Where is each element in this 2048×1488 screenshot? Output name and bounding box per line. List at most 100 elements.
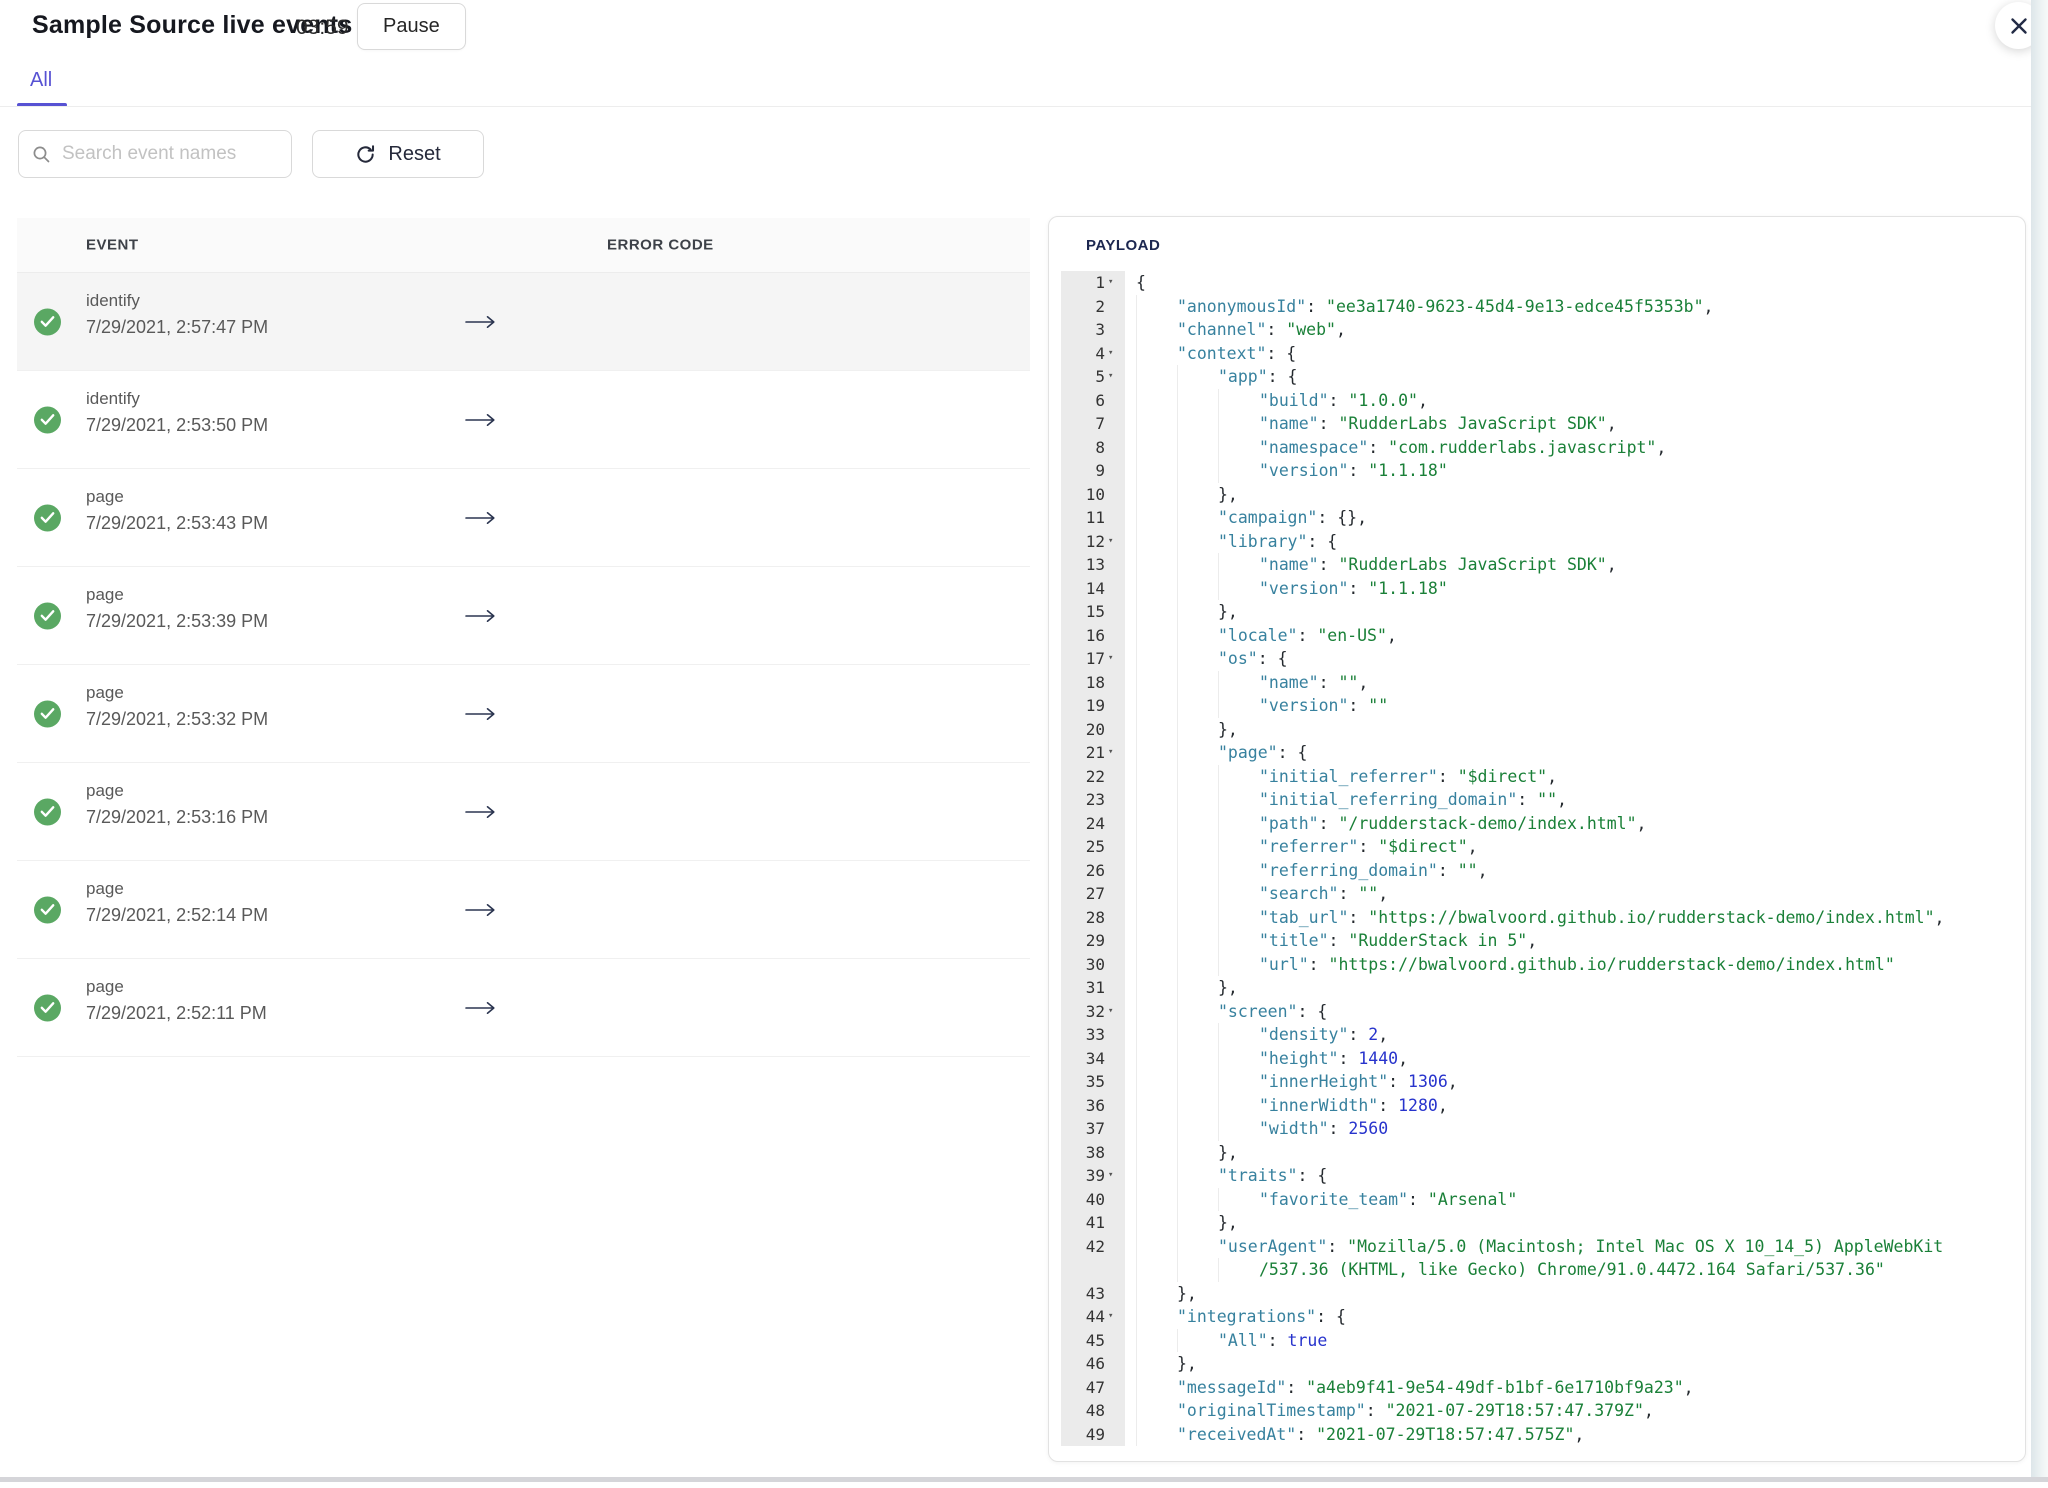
collapse-toggle-icon[interactable]: ▾ bbox=[1105, 1164, 1125, 1188]
code-text: }, bbox=[1125, 976, 1238, 1000]
event-timestamp: 7/29/2021, 2:57:47 PM bbox=[86, 317, 268, 338]
line-number-gutter: 46 bbox=[1061, 1352, 1125, 1376]
table-row[interactable]: identify 7/29/2021, 2:57:47 PM bbox=[17, 273, 1030, 371]
json-punctuation: , bbox=[1438, 1096, 1448, 1115]
payload-json-viewer[interactable]: 1▾{2"anonymousId": "ee3a1740-9623-45d4-9… bbox=[1061, 271, 2011, 1457]
event-timestamp: 7/29/2021, 2:53:16 PM bbox=[86, 807, 268, 828]
json-punctuation: : bbox=[1388, 1072, 1408, 1091]
collapse-toggle-icon[interactable]: ▾ bbox=[1105, 342, 1125, 366]
code-text: "messageId": "a4eb9f41-9e54-49df-b1bf-6e… bbox=[1125, 1376, 1694, 1400]
code-line: 29"title": "RudderStack in 5", bbox=[1061, 929, 2011, 953]
row-arrow-icon[interactable] bbox=[465, 903, 496, 917]
json-string: "https://bwalvoord.github.io/rudderstack… bbox=[1329, 955, 1895, 974]
table-row[interactable]: page7/29/2021, 2:53:16 PM bbox=[17, 763, 1030, 861]
horizontal-scrollbar[interactable] bbox=[0, 1477, 2048, 1482]
code-text: "height": 1440, bbox=[1125, 1047, 1408, 1071]
table-row[interactable]: identify7/29/2021, 2:53:50 PM bbox=[17, 371, 1030, 469]
row-arrow-icon[interactable] bbox=[465, 315, 496, 329]
indent-guide bbox=[1136, 1211, 1177, 1235]
json-punctuation: , bbox=[1527, 931, 1537, 950]
table-row[interactable]: page7/29/2021, 2:53:39 PM bbox=[17, 567, 1030, 665]
success-check-icon bbox=[34, 700, 61, 727]
json-punctuation: : bbox=[1517, 790, 1537, 809]
line-number-gutter: 47 bbox=[1061, 1376, 1125, 1400]
table-row[interactable]: page7/29/2021, 2:53:32 PM bbox=[17, 665, 1030, 763]
code-line: 39▾"traits": { bbox=[1061, 1164, 2011, 1188]
indent-guide bbox=[1177, 1000, 1218, 1024]
success-check-icon bbox=[34, 896, 61, 923]
event-timestamp: 7/29/2021, 2:52:14 PM bbox=[86, 905, 268, 926]
collapse-toggle-spacer bbox=[1105, 953, 1125, 977]
json-key: "traits" bbox=[1218, 1166, 1297, 1185]
json-punctuation: , bbox=[1704, 297, 1714, 316]
code-line: 9"version": "1.1.18" bbox=[1061, 459, 2011, 483]
search-box[interactable] bbox=[18, 130, 292, 178]
collapse-toggle-icon[interactable]: ▾ bbox=[1105, 365, 1125, 389]
indent-guide bbox=[1136, 506, 1177, 530]
json-punctuation: : bbox=[1329, 391, 1349, 410]
collapse-toggle-icon[interactable]: ▾ bbox=[1105, 1305, 1125, 1329]
code-line: 34"height": 1440, bbox=[1061, 1047, 2011, 1071]
code-text: "locale": "en-US", bbox=[1125, 624, 1397, 648]
json-punctuation: : bbox=[1268, 1331, 1288, 1350]
line-number-gutter: 48 bbox=[1061, 1399, 1125, 1423]
json-punctuation: , bbox=[1387, 626, 1397, 645]
table-row[interactable]: page7/29/2021, 2:53:43 PM bbox=[17, 469, 1030, 567]
row-arrow-icon[interactable] bbox=[465, 805, 496, 819]
row-arrow-icon[interactable] bbox=[465, 609, 496, 623]
line-number-gutter: 39▾ bbox=[1061, 1164, 1125, 1188]
row-arrow-icon[interactable] bbox=[465, 413, 496, 427]
table-row[interactable]: page7/29/2021, 2:52:11 PM bbox=[17, 959, 1030, 1057]
code-line: 19"version": "" bbox=[1061, 694, 2011, 718]
indent-guide bbox=[1177, 1094, 1218, 1118]
code-text: "app": { bbox=[1125, 365, 1297, 389]
collapse-toggle-icon[interactable]: ▾ bbox=[1105, 530, 1125, 554]
code-line: 8"namespace": "com.rudderlabs.javascript… bbox=[1061, 436, 2011, 460]
collapse-toggle-icon[interactable]: ▾ bbox=[1105, 1000, 1125, 1024]
json-punctuation: : { bbox=[1316, 1307, 1346, 1326]
line-number-gutter: 7 bbox=[1061, 412, 1125, 436]
line-number: 1 bbox=[1095, 271, 1105, 295]
code-line: 15}, bbox=[1061, 600, 2011, 624]
code-line: 20}, bbox=[1061, 718, 2011, 742]
line-number-gutter: 10 bbox=[1061, 483, 1125, 507]
indent-guide bbox=[1136, 530, 1177, 554]
code-text: "userAgent": "Mozilla/5.0 (Macintosh; In… bbox=[1125, 1235, 1943, 1259]
indent-guide bbox=[1218, 1117, 1259, 1141]
line-number: 18 bbox=[1086, 671, 1105, 695]
line-number: 39 bbox=[1086, 1164, 1105, 1188]
line-number: 13 bbox=[1086, 553, 1105, 577]
json-string: "RudderLabs JavaScript SDK" bbox=[1338, 414, 1606, 433]
collapse-toggle-spacer bbox=[1105, 788, 1125, 812]
vertical-scrollbar[interactable] bbox=[2031, 0, 2048, 1477]
line-number: 38 bbox=[1086, 1141, 1105, 1165]
row-arrow-icon[interactable] bbox=[465, 707, 496, 721]
code-text: "originalTimestamp": "2021-07-29T18:57:4… bbox=[1125, 1399, 1654, 1423]
table-row[interactable]: page7/29/2021, 2:52:14 PM bbox=[17, 861, 1030, 959]
indent-guide bbox=[1218, 1023, 1259, 1047]
search-input[interactable] bbox=[60, 142, 278, 166]
collapse-toggle-icon[interactable]: ▾ bbox=[1105, 647, 1125, 671]
indent-guide bbox=[1136, 553, 1177, 577]
json-punctuation: : { bbox=[1307, 532, 1337, 551]
code-text: }, bbox=[1125, 1141, 1238, 1165]
collapse-toggle-icon[interactable]: ▾ bbox=[1105, 271, 1125, 295]
tab-all[interactable]: All bbox=[30, 69, 52, 92]
pause-button[interactable]: Pause bbox=[357, 3, 466, 50]
reset-button[interactable]: Reset bbox=[312, 130, 484, 178]
collapse-toggle-spacer bbox=[1105, 1376, 1125, 1400]
line-number: 4 bbox=[1095, 342, 1105, 366]
collapse-toggle-icon[interactable]: ▾ bbox=[1105, 741, 1125, 765]
row-arrow-icon[interactable] bbox=[465, 511, 496, 525]
indent-guide bbox=[1136, 459, 1177, 483]
code-line: 42"userAgent": "Mozilla/5.0 (Macintosh; … bbox=[1061, 1235, 2011, 1259]
code-text: { bbox=[1125, 271, 1146, 295]
event-name: identify bbox=[86, 291, 140, 311]
json-string: "a4eb9f41-9e54-49df-b1bf-6e1710bf9a23" bbox=[1306, 1378, 1684, 1397]
code-text: "title": "RudderStack in 5", bbox=[1125, 929, 1537, 953]
code-text: "screen": { bbox=[1125, 1000, 1327, 1024]
indent-guide bbox=[1136, 718, 1177, 742]
indent-guide bbox=[1218, 553, 1259, 577]
row-arrow-icon[interactable] bbox=[465, 1001, 496, 1015]
indent-guide bbox=[1136, 1188, 1177, 1212]
